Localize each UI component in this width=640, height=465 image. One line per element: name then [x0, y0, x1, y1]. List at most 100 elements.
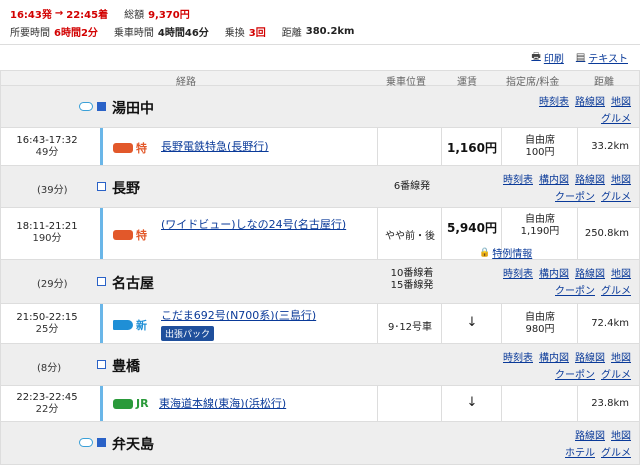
- gourmet-link[interactable]: グルメ: [601, 444, 631, 459]
- limited-express-icon: 特: [113, 227, 147, 243]
- segment-row: 18:11-21:21 190分 特 (ワイドビュー)しなの24号(名古屋行) …: [0, 208, 640, 260]
- special-info[interactable]: 🔒 特例情報: [479, 245, 532, 261]
- total-fare-label: 総額: [124, 9, 145, 21]
- map-link[interactable]: 地図: [611, 171, 631, 186]
- map-link[interactable]: 地図: [611, 349, 631, 364]
- route-map-link[interactable]: 路線図: [575, 93, 605, 108]
- seat-fee: 980円: [525, 324, 555, 335]
- train-icon: [113, 398, 133, 409]
- route-map-link[interactable]: 路線図: [575, 171, 605, 186]
- departure-time: 16:43発: [10, 9, 52, 21]
- station-map-link[interactable]: 構内図: [539, 349, 569, 364]
- print-label: 印刷: [543, 54, 564, 65]
- fare-value: 5,940円: [447, 221, 497, 235]
- coupon-link[interactable]: クーポン: [555, 188, 595, 203]
- segment-row: 16:43-17:32 49分 特 長野電鉄特急(長野行) 1,160円 自由席…: [0, 128, 640, 166]
- route-line: [100, 128, 103, 165]
- duration-label: 所要時間: [10, 27, 50, 39]
- duration-value: 6時間2分: [54, 27, 98, 39]
- station-map-link[interactable]: 構内図: [539, 265, 569, 280]
- lock-icon: 🔒: [479, 247, 491, 258]
- route-line: [100, 208, 103, 259]
- transfer-label: 乗換: [224, 27, 245, 39]
- timetable-link[interactable]: 時刻表: [503, 171, 533, 186]
- route-map-link[interactable]: 路線図: [575, 349, 605, 364]
- seat-fee: 100円: [525, 147, 555, 158]
- route-line: [100, 386, 103, 421]
- segment-row: 22:23-22:45 22分 JR 東海道本線(東海)(浜松行) ↓ 23.8…: [0, 386, 640, 422]
- station-name[interactable]: 長野: [112, 178, 140, 198]
- text-link[interactable]: ▤ テキスト: [576, 50, 628, 65]
- gourmet-link[interactable]: グルメ: [601, 366, 631, 381]
- station-row: (29分) 名古屋 10番線着 15番線発 時刻表 構内図 路線図 地図 クーポ…: [0, 260, 640, 304]
- arrival-time: 22:45着: [66, 9, 109, 21]
- coupon-link[interactable]: クーポン: [555, 366, 595, 381]
- segment-time-range: 21:50-22:15: [16, 312, 78, 323]
- route-summary: 16:43発 → 22:45着 総額 9,370円 所要時間 6時間2分 乗車時…: [0, 0, 640, 44]
- coupon-link[interactable]: クーポン: [555, 282, 595, 297]
- transfer-value: 3回: [248, 27, 266, 39]
- station-name[interactable]: 弁天島: [112, 434, 154, 454]
- fare-continue-arrow: ↓: [466, 395, 478, 410]
- train-name-link[interactable]: こだま692号(N700系)(三島行): [161, 309, 316, 323]
- station-name[interactable]: 名古屋: [112, 273, 154, 293]
- segment-distance: 250.8km: [584, 228, 629, 239]
- segment-duration: 22分: [35, 404, 59, 415]
- train-name-link[interactable]: 東海道本線(東海)(浜松行): [159, 397, 286, 411]
- map-link[interactable]: 地図: [611, 265, 631, 280]
- text-label: テキスト: [588, 54, 628, 65]
- train-icon: [113, 320, 133, 330]
- route-map-link[interactable]: 路線図: [575, 265, 605, 280]
- segment-distance: 33.2km: [591, 141, 629, 152]
- station-links: 時刻表 構内図 路線図 地図 クーポン グルメ: [503, 349, 631, 381]
- print-link[interactable]: 🖶 印刷: [531, 49, 563, 66]
- gourmet-link[interactable]: グルメ: [601, 188, 631, 203]
- weather-icon[interactable]: [79, 102, 93, 111]
- print-toolbar: 🖶 印刷 ▤ テキスト: [0, 44, 640, 70]
- station-links: 時刻表 構内図 路線図 地図 クーポン グルメ: [503, 265, 631, 297]
- timetable-link[interactable]: 時刻表: [539, 93, 569, 108]
- platform-info: 6番線発: [393, 181, 431, 192]
- column-header: 経路 乗車位置 運賃 指定席/料金 距離: [0, 70, 640, 88]
- map-link[interactable]: 地図: [611, 93, 631, 108]
- segment-time: 16:43-17:32 49分: [11, 135, 83, 159]
- station-start-icon: [97, 102, 106, 111]
- station-name[interactable]: 豊橋: [112, 356, 140, 376]
- station-name[interactable]: 湯田中: [112, 98, 154, 118]
- seat-info: 自由席 980円: [503, 312, 577, 336]
- seat-info: 自由席 1,190円: [503, 214, 577, 238]
- station-row: 弁天島 路線図 地図 ホテル グルメ: [0, 422, 640, 465]
- printer-icon: 🖶: [531, 51, 541, 62]
- hotel-link[interactable]: ホテル: [565, 444, 595, 459]
- train-type-label: 特: [136, 142, 147, 155]
- segment-distance: 72.4km: [591, 318, 629, 329]
- limited-express-icon: 特: [113, 140, 147, 156]
- train-type-label: 特: [136, 229, 147, 242]
- map-link[interactable]: 地図: [611, 427, 631, 442]
- segment-duration: 190分: [32, 233, 62, 244]
- gourmet-link[interactable]: グルメ: [601, 282, 631, 297]
- wait-time: (29分): [37, 279, 68, 290]
- business-pack-badge[interactable]: 出張パック: [161, 326, 215, 341]
- route-map-link[interactable]: 路線図: [575, 427, 605, 442]
- distance-value: 380.2km: [305, 25, 355, 37]
- route-line: [100, 304, 103, 343]
- train-name-link[interactable]: 長野電鉄特急(長野行): [161, 140, 269, 154]
- wait-time: (8分): [37, 363, 62, 374]
- train-name-link[interactable]: (ワイドビュー)しなの24号(名古屋行): [161, 218, 371, 232]
- boarding-position: 9･12号車: [387, 322, 433, 333]
- timetable-link[interactable]: 時刻表: [503, 265, 533, 280]
- total-fare-value: 9,370円: [148, 9, 190, 21]
- seat-info: 自由席 100円: [503, 135, 577, 159]
- jr-train-icon: JR: [113, 397, 149, 410]
- timetable-link[interactable]: 時刻表: [503, 349, 533, 364]
- segment-duration: 49分: [35, 147, 59, 158]
- train-type-label: 新: [136, 319, 147, 332]
- train-icon: [113, 230, 133, 240]
- weather-icon[interactable]: [79, 438, 93, 447]
- seat-fee: 1,190円: [520, 226, 560, 237]
- gourmet-link[interactable]: グルメ: [601, 110, 631, 125]
- station-map-link[interactable]: 構内図: [539, 171, 569, 186]
- arrow-icon: →: [54, 7, 64, 19]
- segment-time: 22:23-22:45 22分: [11, 392, 83, 416]
